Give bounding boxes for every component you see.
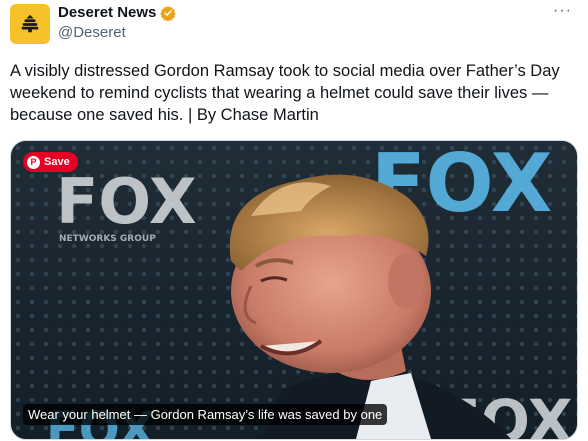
pinterest-save-button[interactable]: P Save	[23, 152, 78, 172]
verified-badge-icon	[160, 5, 177, 21]
media-caption: Wear your helmet — Gordon Ramsay’s life …	[23, 404, 388, 425]
save-button-label: Save	[44, 156, 70, 168]
author-name-row: Deseret News	[58, 4, 177, 21]
display-name[interactable]: Deseret News	[58, 4, 156, 21]
backdrop-sub-left: NETWORKS GROUP	[59, 234, 156, 244]
photo-scene: FOX NETWORKS GROUP FOX FOX FOX	[11, 141, 577, 439]
more-options-icon[interactable]: ···	[553, 2, 572, 20]
backdrop-logo-left: FOX	[56, 165, 197, 238]
handle[interactable]: @Deseret	[58, 24, 126, 41]
avatar[interactable]	[10, 4, 50, 44]
beehive-icon	[21, 14, 39, 33]
tweet-text: A visibly distressed Gordon Ramsay took …	[10, 62, 560, 124]
media-image[interactable]: FOX NETWORKS GROUP FOX FOX FOX P Save We…	[10, 140, 578, 440]
pinterest-icon: P	[27, 155, 40, 169]
